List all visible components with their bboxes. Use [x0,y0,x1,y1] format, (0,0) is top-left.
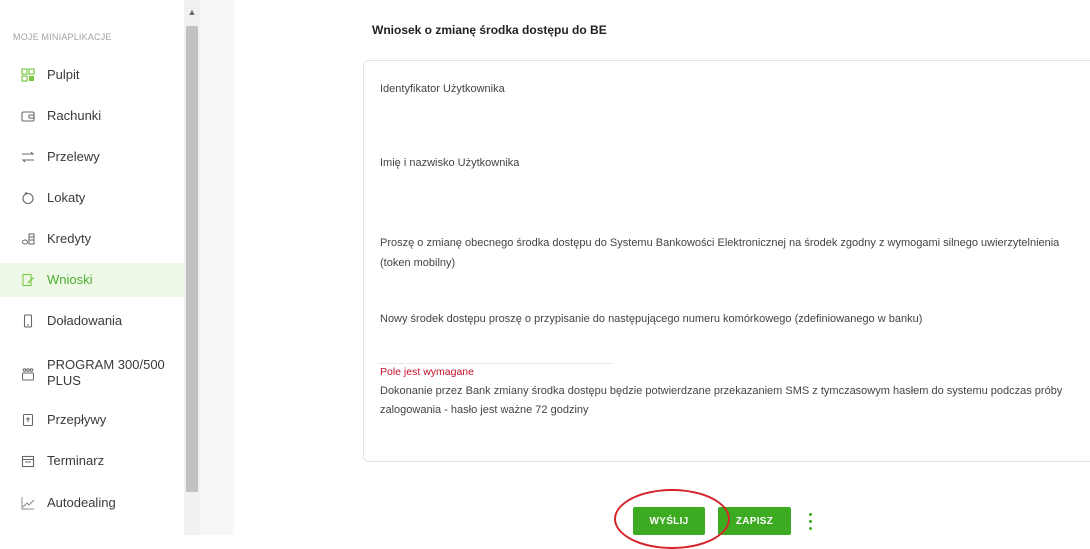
sidebar-item-label: Pulpit [47,67,80,82]
field-underline [378,363,612,364]
sidebar-item-label: Wnioski [47,272,93,287]
save-button[interactable]: ZAPISZ [718,507,791,535]
wallet-icon [20,108,36,124]
sidebar-item-pulpit[interactable]: Pulpit [0,58,184,92]
sidebar-item-autodealing[interactable]: Autodealing [0,486,184,520]
sidebar-item-label-line2: PLUS [47,373,81,388]
coins-icon [20,231,36,247]
sidebar-item-przeplywy[interactable]: Przepływy [0,403,184,437]
sidebar-item-przelewy[interactable]: Przelewy [0,140,184,174]
scrollbar-thumb[interactable] [186,26,198,492]
phone-number-field[interactable]: Nowy środek dostępu proszę o przypisanie… [380,310,1060,328]
sidebar-item-rachunki[interactable]: Rachunki [0,99,184,133]
send-button[interactable]: WYŚLIJ [633,507,705,535]
sidebar-item-wnioski[interactable]: Wnioski [0,263,184,297]
user-name-field[interactable]: Imię i nazwisko Użytkownika [380,154,1060,172]
sidebar-item-lokaty[interactable]: Lokaty [0,181,184,215]
page-title: Wniosek o zmianę środka dostępu do BE [372,23,607,37]
flow-document-icon [20,412,36,428]
piggy-bank-icon [20,190,36,206]
sidebar-item-label: PROGRAM 300/500 PLUS [47,357,165,389]
sidebar-item-label: Przepływy [47,412,107,427]
gutter [200,0,234,535]
sidebar-item-program-300-500-plus[interactable]: PROGRAM 300/500 PLUS [0,352,184,396]
sidebar-item-label: Kredyty [47,231,92,246]
sidebar-item-label-line1: PROGRAM 300/500 [47,357,165,372]
more-options-icon[interactable] [806,511,816,533]
sidebar-item-label: Autodealing [47,495,116,510]
validation-error: Pole jest wymagane [380,366,474,378]
sidebar-header: MOJE MINIAPLIKACJE [13,32,112,42]
user-id-field[interactable]: Identyfikator Użytkownika [380,80,1060,98]
family-icon [20,366,36,382]
sidebar-item-label: Rachunki [47,108,102,123]
sidebar-item-label: Lokaty [47,190,86,205]
chart-line-icon [20,495,36,511]
info-note: Dokonanie przez Bank zmiany środka dostę… [380,385,1063,416]
sidebar-item-kredyty[interactable]: Kredyty [0,222,184,256]
phone-icon [20,313,36,329]
sidebar-item-label: Przelewy [47,149,100,164]
calendar-icon [20,453,36,469]
sidebar-item-label: Doładowania [47,313,123,328]
sidebar-item-label: Terminarz [47,453,105,468]
document-edit-icon [20,272,36,288]
transfer-arrows-icon [20,149,36,165]
sidebar-item-doladowania[interactable]: Doładowania [0,304,184,338]
sidebar: MOJE MINIAPLIKACJE Pulpit Rachunki Przel… [0,0,184,535]
sidebar-scrollbar[interactable]: ▲ [184,0,200,535]
sidebar-item-terminarz[interactable]: Terminarz [0,444,184,478]
request-text: Proszę o zmianę obecnego środka dostępu … [380,237,1060,269]
dashboard-icon [20,67,36,83]
scroll-up-arrow-icon[interactable]: ▲ [184,5,200,19]
